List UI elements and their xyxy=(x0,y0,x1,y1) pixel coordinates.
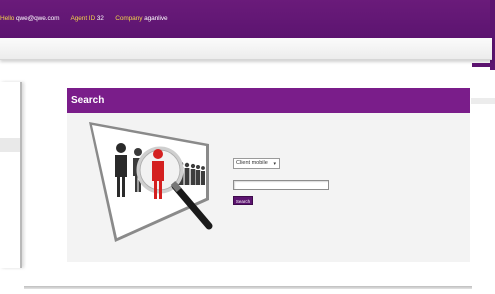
secondary-toolbar xyxy=(0,38,492,60)
search-filter-selected: Client mobile xyxy=(236,160,268,166)
left-panel-highlight-row xyxy=(0,138,20,152)
search-panel-title: Search xyxy=(71,95,105,106)
left-side-panel xyxy=(0,82,22,268)
toolbar-accent-strip xyxy=(472,63,495,67)
search-panel-header: Search xyxy=(67,88,470,113)
agent-id-label: Agent ID xyxy=(70,15,96,22)
people-search-illustration xyxy=(89,122,213,242)
search-button[interactable]: Search xyxy=(233,196,253,205)
search-filter-select[interactable]: Client mobile ▾ xyxy=(233,158,280,169)
company-label: Company xyxy=(115,15,143,22)
user-info: Hello qwe@qwe.com Agent ID 32 Company ag… xyxy=(0,15,168,22)
user-email: qwe@qwe.com xyxy=(16,15,60,22)
dropdown-caret-icon: ▾ xyxy=(273,161,276,167)
page-bottom-shadow xyxy=(24,286,472,289)
search-panel: Search Client mobile ▾ Search xyxy=(67,88,470,262)
company-value: aganlive xyxy=(144,15,168,22)
top-navigation-bar: Hello qwe@qwe.com Agent ID 32 Company ag… xyxy=(0,0,495,70)
search-input[interactable] xyxy=(233,180,329,190)
right-side-shade xyxy=(471,98,495,104)
hello-label: Hello xyxy=(0,15,15,22)
agent-id-value: 32 xyxy=(96,15,104,22)
